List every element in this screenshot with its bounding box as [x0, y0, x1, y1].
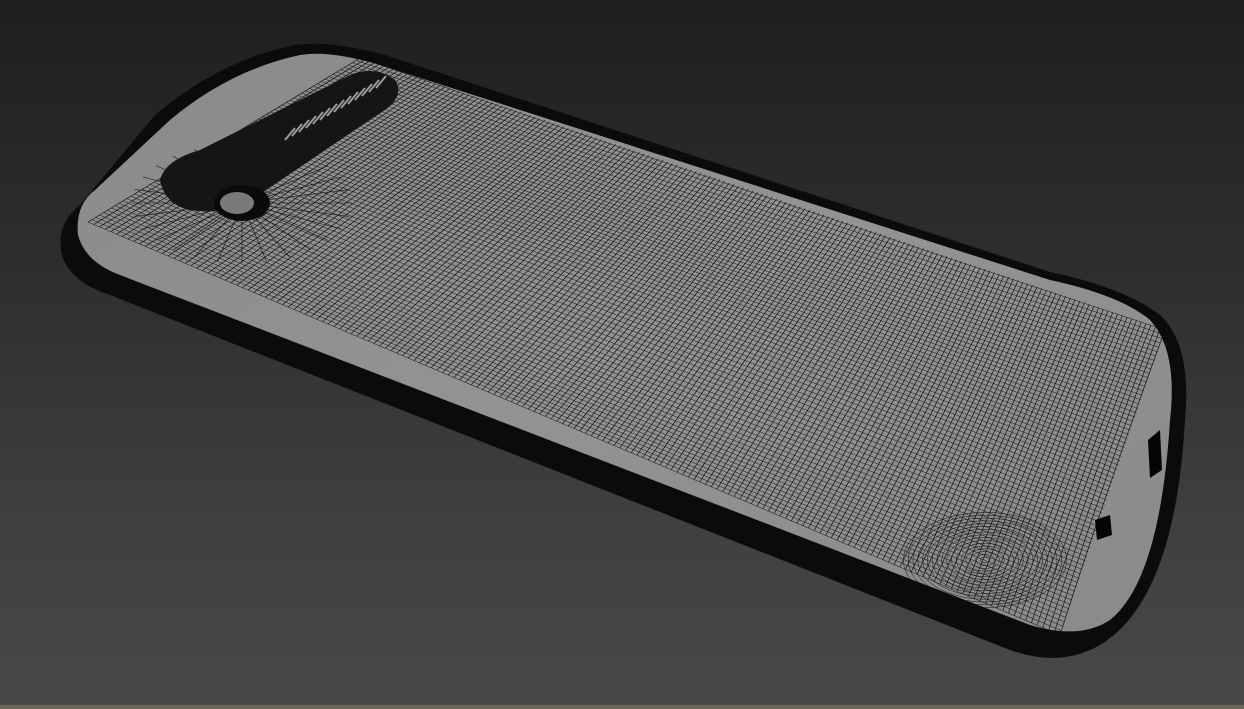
3d-viewport[interactable]: [0, 0, 1244, 709]
viewport-canvas: [60, 43, 1187, 658]
viewport-status-strip: [0, 705, 1244, 709]
camera-lens: [220, 192, 254, 214]
